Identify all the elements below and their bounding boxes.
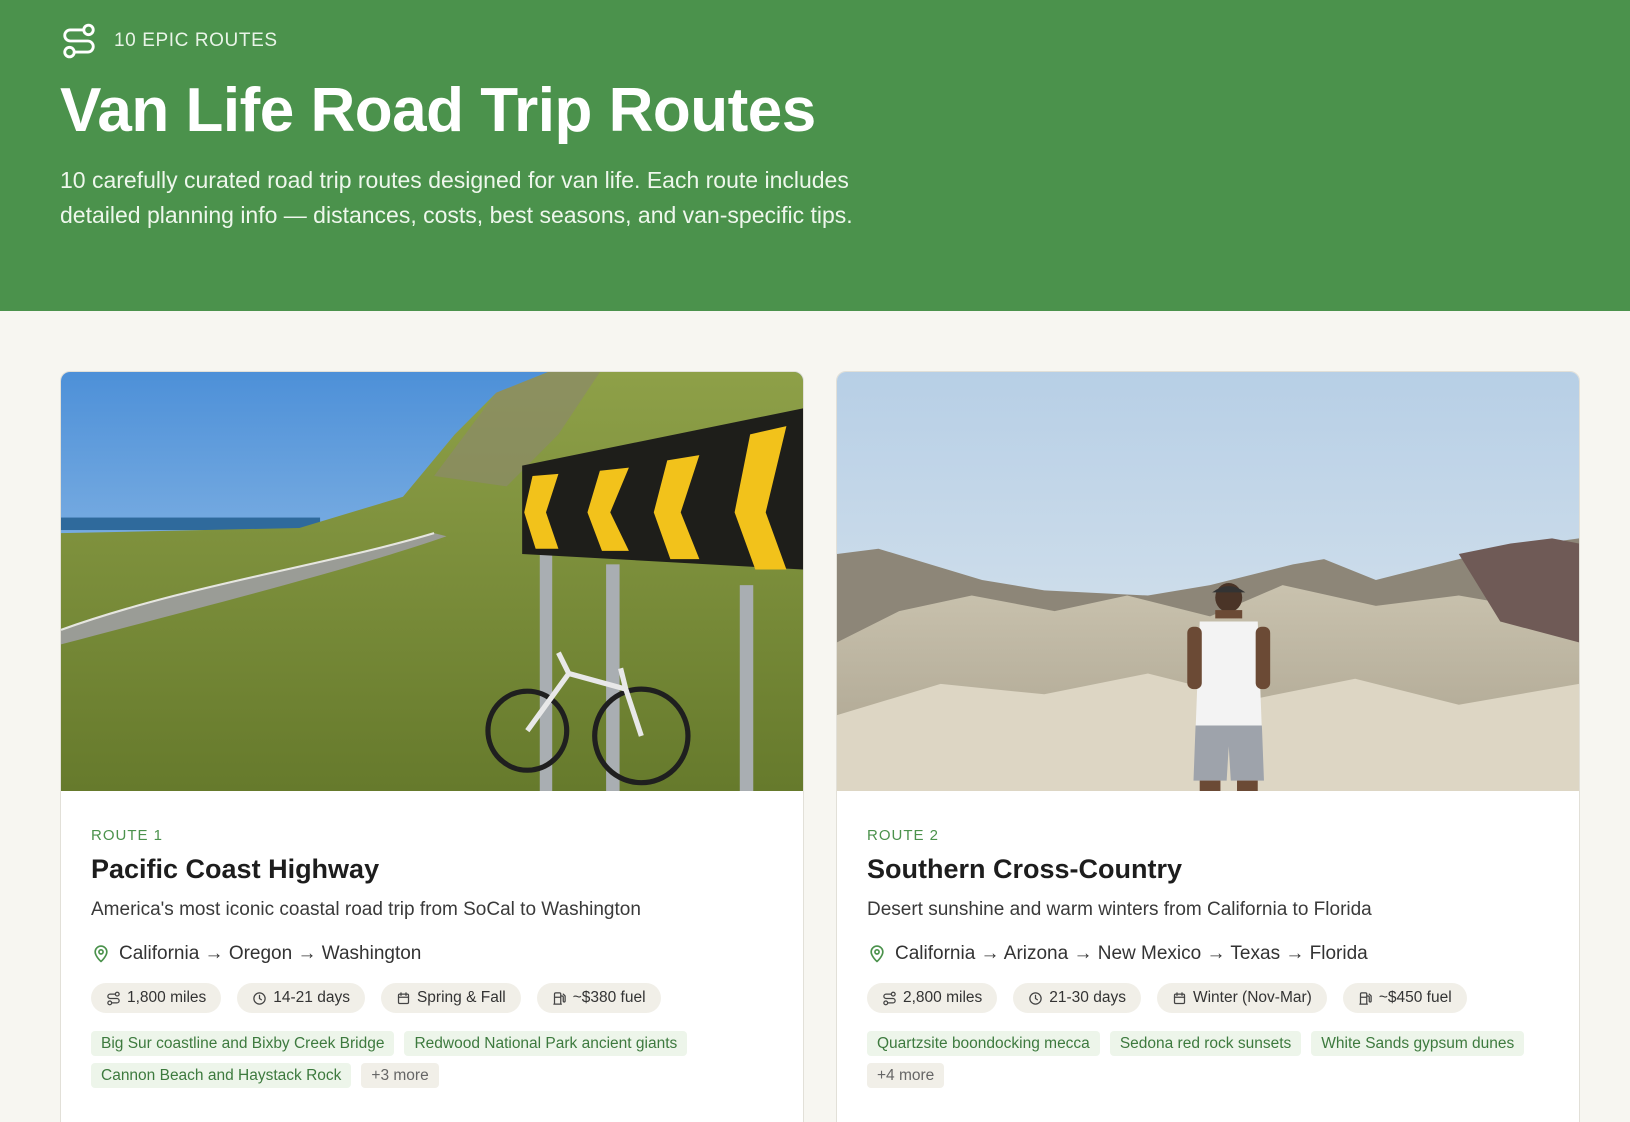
clock-icon	[252, 991, 267, 1006]
route-icon	[106, 991, 121, 1006]
hero-subtitle-line-2: detailed planning info — distances, cost…	[60, 201, 853, 228]
route-stats: 2,800 miles 21-30 days Winter (Nov-Mar)	[867, 983, 1549, 1013]
calendar-icon	[1172, 991, 1187, 1006]
fuel-value: ~$380 fuel	[572, 989, 646, 1006]
route-card-grid: ROUTE 1 Pacific Coast Highway America's …	[0, 311, 1630, 1122]
route-title[interactable]: Pacific Coast Highway	[91, 854, 773, 885]
more-highlights-tag[interactable]: +4 more	[867, 1063, 945, 1088]
route-number: ROUTE 1	[91, 827, 164, 844]
fuel-pump-icon	[1358, 991, 1373, 1006]
route-card-body: ROUTE 1 Pacific Coast Highway America's …	[61, 791, 803, 1088]
duration-chip: 21-30 days	[1013, 983, 1141, 1013]
route-image-pacific-coast	[61, 372, 803, 791]
route-path-text: California → Arizona → New Mexico → Texa…	[895, 943, 1368, 964]
route-stats: 1,800 miles 14-21 days Spring & Fall ~$3…	[91, 983, 773, 1013]
hero-subtitle-line-1: 10 carefully curated road trip routes de…	[60, 166, 849, 193]
route-path-text: California → Oregon → Washington	[119, 943, 422, 964]
fuel-value: ~$450 fuel	[1378, 989, 1452, 1006]
hero-eyebrow: 10 EPIC ROUTES	[114, 30, 278, 51]
highlight-tag: Redwood National Park ancient giants	[404, 1031, 688, 1056]
distance-value: 2,800 miles	[903, 989, 983, 1006]
season-chip: Winter (Nov-Mar)	[1156, 983, 1327, 1013]
duration-chip: 14-21 days	[237, 983, 365, 1013]
highlight-tag: Sedona red rock sunsets	[1109, 1031, 1302, 1056]
distance-value: 1,800 miles	[127, 989, 207, 1006]
route-title[interactable]: Southern Cross-Country	[867, 854, 1549, 885]
highlight-tag: White Sands gypsum dunes	[1311, 1031, 1525, 1056]
route-number: ROUTE 2	[867, 827, 940, 844]
map-pin-icon	[867, 944, 887, 964]
season-value: Winter (Nov-Mar)	[1192, 989, 1312, 1006]
highlight-tags: Quartzsite boondocking mecca Sedona red …	[867, 1031, 1557, 1088]
distance-chip: 1,800 miles	[91, 983, 222, 1013]
more-highlights-tag[interactable]: +3 more	[361, 1063, 439, 1088]
highlight-tag: Big Sur coastline and Bixby Creek Bridge	[91, 1031, 395, 1056]
route-description: America's most iconic coastal road trip …	[91, 899, 641, 920]
highlight-tags: Big Sur coastline and Bixby Creek Bridge…	[91, 1031, 781, 1088]
fuel-chip: ~$450 fuel	[1342, 983, 1467, 1013]
highlight-tag: Quartzsite boondocking mecca	[867, 1031, 1100, 1056]
hero-banner: 10 EPIC ROUTES Van Life Road Trip Routes…	[0, 0, 1630, 311]
clock-icon	[1028, 991, 1043, 1006]
duration-value: 14-21 days	[273, 989, 350, 1006]
distance-chip: 2,800 miles	[867, 983, 998, 1013]
route-description: Desert sunshine and warm winters from Ca…	[867, 899, 1372, 920]
page-title: Van Life Road Trip Routes	[60, 76, 816, 145]
route-image-southern-cross-country	[837, 372, 1579, 791]
duration-value: 21-30 days	[1049, 989, 1126, 1006]
route-card-body: ROUTE 2 Southern Cross-Country Desert su…	[837, 791, 1579, 1088]
season-value: Spring & Fall	[416, 989, 506, 1006]
route-path: California → Arizona → New Mexico → Texa…	[867, 943, 1549, 965]
route-icon	[882, 991, 897, 1006]
map-pin-icon	[91, 944, 111, 964]
calendar-icon	[396, 991, 411, 1006]
route-path: California → Oregon → Washington	[91, 943, 773, 965]
route-icon	[60, 22, 98, 60]
season-chip: Spring & Fall	[380, 983, 521, 1013]
fuel-chip: ~$380 fuel	[536, 983, 661, 1013]
fuel-pump-icon	[552, 991, 567, 1006]
highlight-tag: Cannon Beach and Haystack Rock	[91, 1063, 352, 1088]
route-card[interactable]: ROUTE 1 Pacific Coast Highway America's …	[60, 371, 804, 1122]
hero-subtitle: 10 carefully curated road trip routes de…	[60, 163, 930, 233]
hero-eyebrow-row: 10 EPIC ROUTES	[60, 22, 1570, 60]
route-card[interactable]: ROUTE 2 Southern Cross-Country Desert su…	[836, 371, 1580, 1122]
